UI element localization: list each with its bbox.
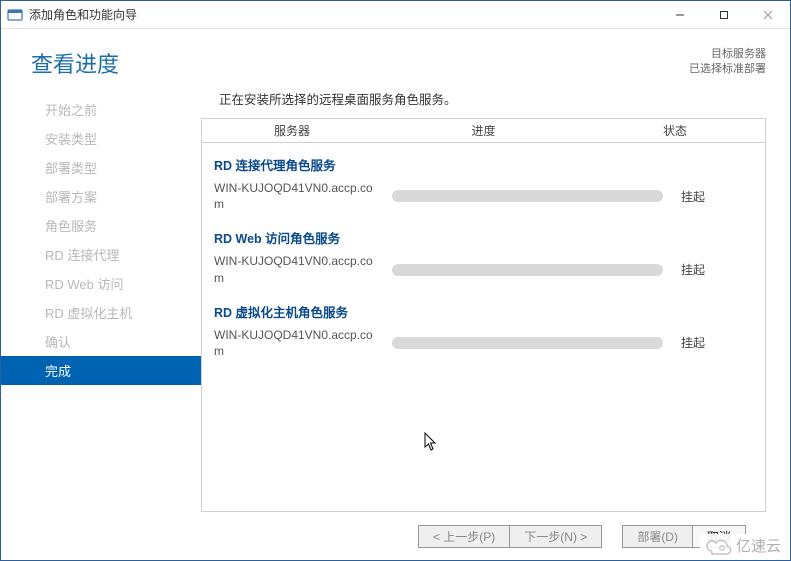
services-list: RD 连接代理角色服务 WIN-KUJOQD41VN0.accp.com 挂起 … (202, 143, 765, 369)
progress-bar (392, 264, 663, 276)
progress-bar (392, 190, 663, 202)
watermark: 亿速云 (700, 534, 785, 557)
service-status: 挂起 (673, 261, 753, 278)
header-target-info: 目标服务器 已选择标准部署 (689, 47, 766, 78)
column-server: 服务器 (202, 119, 382, 142)
sidebar-item-confirm: 确认 (1, 327, 201, 356)
nav-button-group: < 上一步(P) 下一步(N) > (418, 525, 602, 548)
progress-pane: 服务器 进度 状态 RD 连接代理角色服务 WIN-KUJOQD41VN0.ac… (201, 118, 766, 512)
sidebar-item-deploy-scenario: 部署方案 (1, 182, 201, 211)
service-server: WIN-KUJOQD41VN0.accp.com (214, 327, 382, 359)
service-server: WIN-KUJOQD41VN0.accp.com (214, 253, 382, 285)
service-row: WIN-KUJOQD41VN0.accp.com 挂起 (214, 180, 753, 222)
previous-button[interactable]: < 上一步(P) (418, 525, 510, 548)
watermark-text: 亿速云 (736, 535, 781, 556)
target-server-label: 目标服务器 (689, 47, 766, 62)
close-button[interactable] (746, 1, 790, 29)
sidebar-item-install-type: 安装类型 (1, 124, 201, 153)
footer: < 上一步(P) 下一步(N) > 部署(D) 取消 (1, 512, 790, 560)
page-title: 查看进度 (31, 47, 119, 79)
service-progress (382, 337, 673, 349)
next-button[interactable]: 下一步(N) > (510, 525, 602, 548)
service-row: WIN-KUJOQD41VN0.accp.com 挂起 (214, 253, 753, 295)
sidebar-item-rd-broker: RD 连接代理 (1, 240, 201, 269)
minimize-button[interactable] (658, 1, 702, 29)
sidebar: 开始之前 安装类型 部署类型 部署方案 角色服务 RD 连接代理 RD Web … (1, 89, 201, 512)
sidebar-item-role-services: 角色服务 (1, 211, 201, 240)
cloud-icon (704, 537, 732, 555)
window-title: 添加角色和功能向导 (29, 6, 137, 23)
maximize-button[interactable] (702, 1, 746, 29)
service-title: RD Web 访问角色服务 (214, 222, 753, 253)
sidebar-item-rd-web: RD Web 访问 (1, 269, 201, 298)
column-progress: 进度 (382, 119, 585, 142)
service-status: 挂起 (673, 334, 753, 351)
header: 查看进度 目标服务器 已选择标准部署 (1, 29, 790, 89)
sidebar-item-complete[interactable]: 完成 (1, 356, 201, 385)
sidebar-item-before-you-begin: 开始之前 (1, 95, 201, 124)
service-title: RD 连接代理角色服务 (214, 149, 753, 180)
service-row: WIN-KUJOQD41VN0.accp.com 挂起 (214, 327, 753, 369)
target-server-value: 已选择标准部署 (689, 62, 766, 77)
titlebar: 添加角色和功能向导 (1, 1, 790, 29)
deploy-button[interactable]: 部署(D) (622, 525, 693, 548)
service-title: RD 虚拟化主机角色服务 (214, 296, 753, 327)
service-server: WIN-KUJOQD41VN0.accp.com (214, 180, 382, 212)
body: 开始之前 安装类型 部署类型 部署方案 角色服务 RD 连接代理 RD Web … (1, 89, 790, 512)
sidebar-item-deploy-type: 部署类型 (1, 153, 201, 182)
cursor-icon (424, 432, 438, 455)
intro-text: 正在安装所选择的远程桌面服务角色服务。 (201, 89, 766, 118)
column-status: 状态 (585, 119, 765, 142)
window-controls (658, 1, 790, 29)
column-header-row: 服务器 进度 状态 (202, 119, 765, 143)
wizard-window: 添加角色和功能向导 查看进度 目标服务器 已选择标准部署 开始之前 安装类型 部… (0, 0, 791, 561)
service-progress (382, 264, 673, 276)
service-status: 挂起 (673, 188, 753, 205)
app-icon (7, 7, 23, 23)
sidebar-item-rd-virtualization: RD 虚拟化主机 (1, 298, 201, 327)
content: 正在安装所选择的远程桌面服务角色服务。 服务器 进度 状态 RD 连接代理角色服… (201, 89, 766, 512)
progress-bar (392, 337, 663, 349)
service-progress (382, 190, 673, 202)
